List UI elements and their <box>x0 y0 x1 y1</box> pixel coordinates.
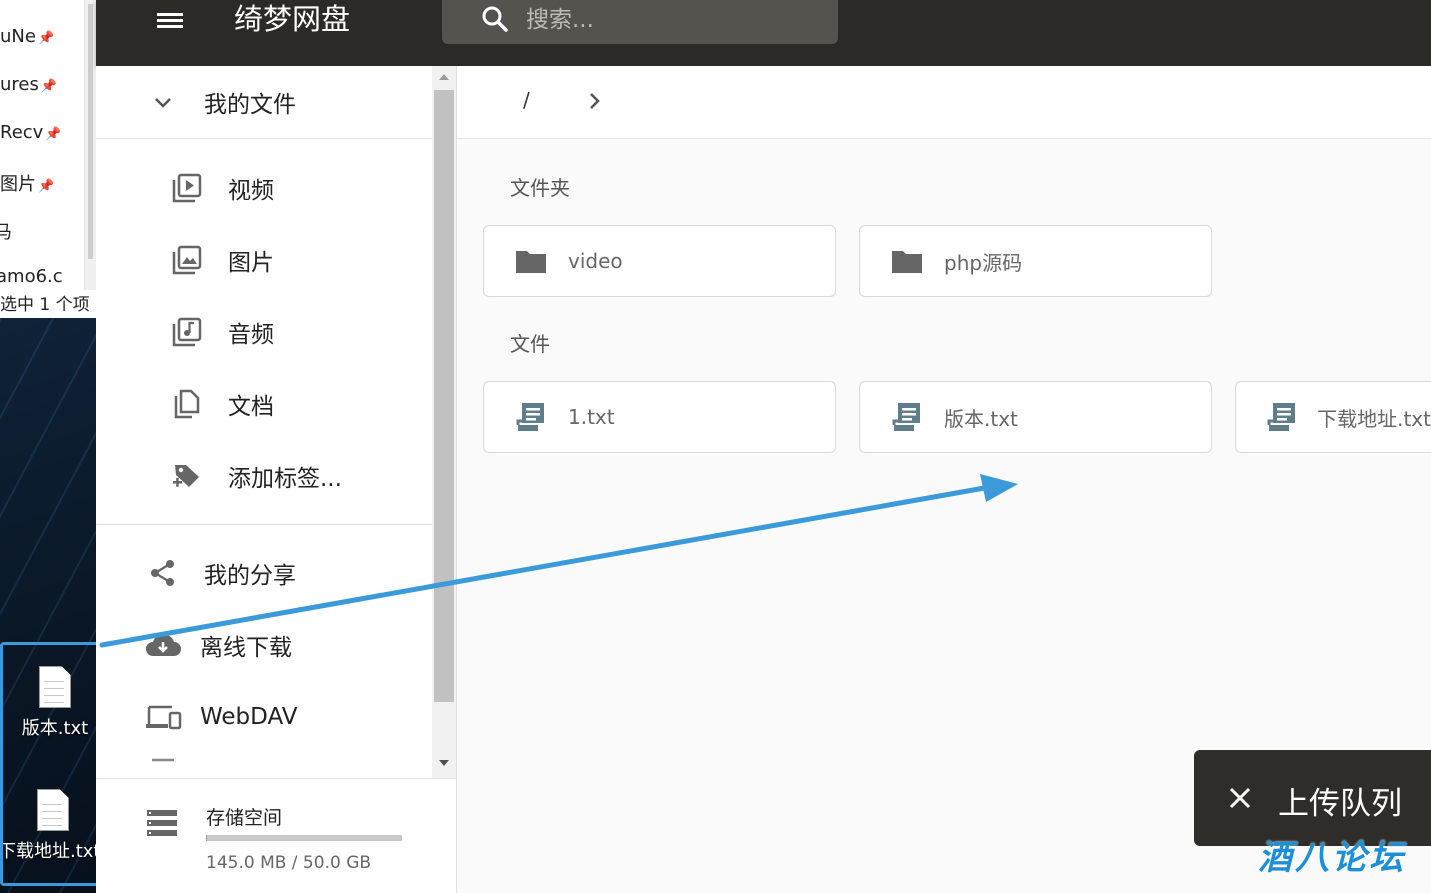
cloud-download-icon <box>144 630 182 660</box>
storage-progress-bar <box>206 835 402 841</box>
sidebar-item-images[interactable]: 图片 <box>96 230 432 290</box>
breadcrumb: / <box>457 66 1431 139</box>
file-name: 下载地址.txt <box>1317 406 1431 431</box>
menu-button[interactable] <box>148 0 192 38</box>
share-icon <box>148 558 178 588</box>
storage-icon <box>146 809 178 841</box>
sidebar-item-label: 添加标签... <box>228 466 342 492</box>
pin-icon: 📌 <box>40 79 58 94</box>
file-tile[interactable]: 1.txt <box>483 381 836 453</box>
quick-access-label: 图片 <box>0 174 36 195</box>
files-section-title: 文件 <box>510 332 550 356</box>
sidebar-item-my-share[interactable]: 我的分享 <box>96 543 432 603</box>
close-icon[interactable] <box>1228 786 1252 814</box>
storage-usage-text: 145.0 MB / 50.0 GB <box>206 853 372 873</box>
file-name: 1.txt <box>568 405 615 429</box>
search-icon <box>480 4 510 38</box>
add-tag-icon <box>172 461 202 491</box>
sidebar-item-label: 音频 <box>228 322 274 348</box>
settings-icon <box>148 756 178 776</box>
pin-icon: 📌 <box>38 179 55 194</box>
quick-access-item[interactable]: amo6.c <box>0 266 63 287</box>
sidebar-item-webdav[interactable]: WebDAV <box>96 687 432 747</box>
hamburger-icon <box>157 13 183 28</box>
sidebar-item-my-files[interactable]: 我的文件 <box>96 72 432 132</box>
file-tile[interactable]: 下载地址.txt <box>1235 381 1431 453</box>
sidebar-item-label: WebDAV <box>200 704 298 730</box>
sidebar-item-add-tag[interactable]: 添加标签... <box>96 446 432 506</box>
folder-icon <box>890 244 924 278</box>
scroll-up-arrow-icon[interactable] <box>439 74 449 80</box>
file-explorer-window: uNe 📌 ures 📌 Recv 📌 图片 📌 马 amo6.c 选中 1 个项 <box>0 0 96 318</box>
folders-section-title: 文件夹 <box>510 176 570 200</box>
sidebar-scrollbar[interactable] <box>432 66 456 778</box>
folder-tile[interactable]: video <box>483 225 836 297</box>
quick-access-item[interactable]: 马 <box>0 218 12 244</box>
watermark-logo: 酒八论坛 <box>1258 838 1406 878</box>
devices-icon <box>144 702 182 732</box>
divider <box>96 524 432 525</box>
text-file-icon <box>890 400 924 434</box>
quick-access-item[interactable]: uNe 📌 <box>0 26 54 47</box>
quick-access-label: Recv <box>0 122 44 143</box>
file-name: 版本.txt <box>944 406 1018 431</box>
quick-access-label: uNe <box>0 26 36 47</box>
search-input[interactable] <box>524 0 818 40</box>
chevron-down-icon <box>148 87 178 117</box>
music-library-icon <box>172 317 202 347</box>
selection-highlight-box <box>0 642 102 886</box>
sidebar-item-video[interactable]: 视频 <box>96 158 432 218</box>
photo-library-icon <box>172 245 202 275</box>
folder-name: php源码 <box>944 250 1023 275</box>
scrollbar-thumb[interactable] <box>434 90 454 702</box>
upload-queue-label: 上传队列 <box>1278 786 1402 822</box>
text-file-icon <box>514 400 548 434</box>
explorer-scrollbar[interactable] <box>84 0 96 290</box>
folder-tile[interactable]: php源码 <box>859 225 1212 297</box>
sidebar-item-label: 我的分享 <box>204 563 296 589</box>
storage-progress-fill <box>206 835 207 841</box>
quick-access-label: 马 <box>0 222 12 243</box>
quick-access-item[interactable]: Recv 📌 <box>0 122 62 143</box>
text-file-icon <box>1266 400 1297 434</box>
sidebar-item-documents[interactable]: 文档 <box>96 374 432 434</box>
documents-icon <box>172 389 202 419</box>
sidebar-item-label: 离线下载 <box>200 635 292 661</box>
sidebar-item-label: 文档 <box>228 394 274 420</box>
file-tile[interactable]: 版本.txt <box>859 381 1212 453</box>
sidebar-item-partial[interactable] <box>96 756 432 776</box>
sidebar-item-label: 我的文件 <box>204 92 296 118</box>
scroll-down-arrow-icon[interactable] <box>439 760 449 766</box>
storage-panel: 存储空间 145.0 MB / 50.0 GB <box>96 778 456 893</box>
sidebar: 我的文件 视频 图片 音频 文档 添加标签... 我的分享 离线下载 WebDA… <box>96 66 457 893</box>
pin-icon: 📌 <box>37 31 55 46</box>
sidebar-item-label: 视频 <box>228 178 274 204</box>
storage-label: 存储空间 <box>206 807 283 829</box>
pin-icon: 📌 <box>45 127 62 142</box>
app-header: 绮梦网盘 <box>96 0 1431 66</box>
quick-access-item[interactable]: 图片 📌 <box>0 170 54 196</box>
folder-icon <box>514 244 548 278</box>
scrollbar-thumb[interactable] <box>88 4 93 259</box>
search-box[interactable] <box>442 0 838 44</box>
explorer-status-text: 选中 1 个项 <box>0 295 90 315</box>
sidebar-item-offline-download[interactable]: 离线下载 <box>96 615 432 675</box>
divider <box>96 138 432 139</box>
app-title: 绮梦网盘 <box>234 2 351 36</box>
breadcrumb-root[interactable]: / <box>523 88 530 112</box>
sidebar-item-audio[interactable]: 音频 <box>96 302 432 362</box>
video-library-icon <box>172 173 202 203</box>
folder-name: video <box>568 249 623 273</box>
quick-access-item[interactable]: ures 📌 <box>0 74 57 95</box>
chevron-right-icon[interactable] <box>585 90 605 116</box>
quick-access-label: ures <box>0 74 39 95</box>
quick-access-label: amo6.c <box>0 266 63 287</box>
sidebar-item-label: 图片 <box>228 250 274 276</box>
